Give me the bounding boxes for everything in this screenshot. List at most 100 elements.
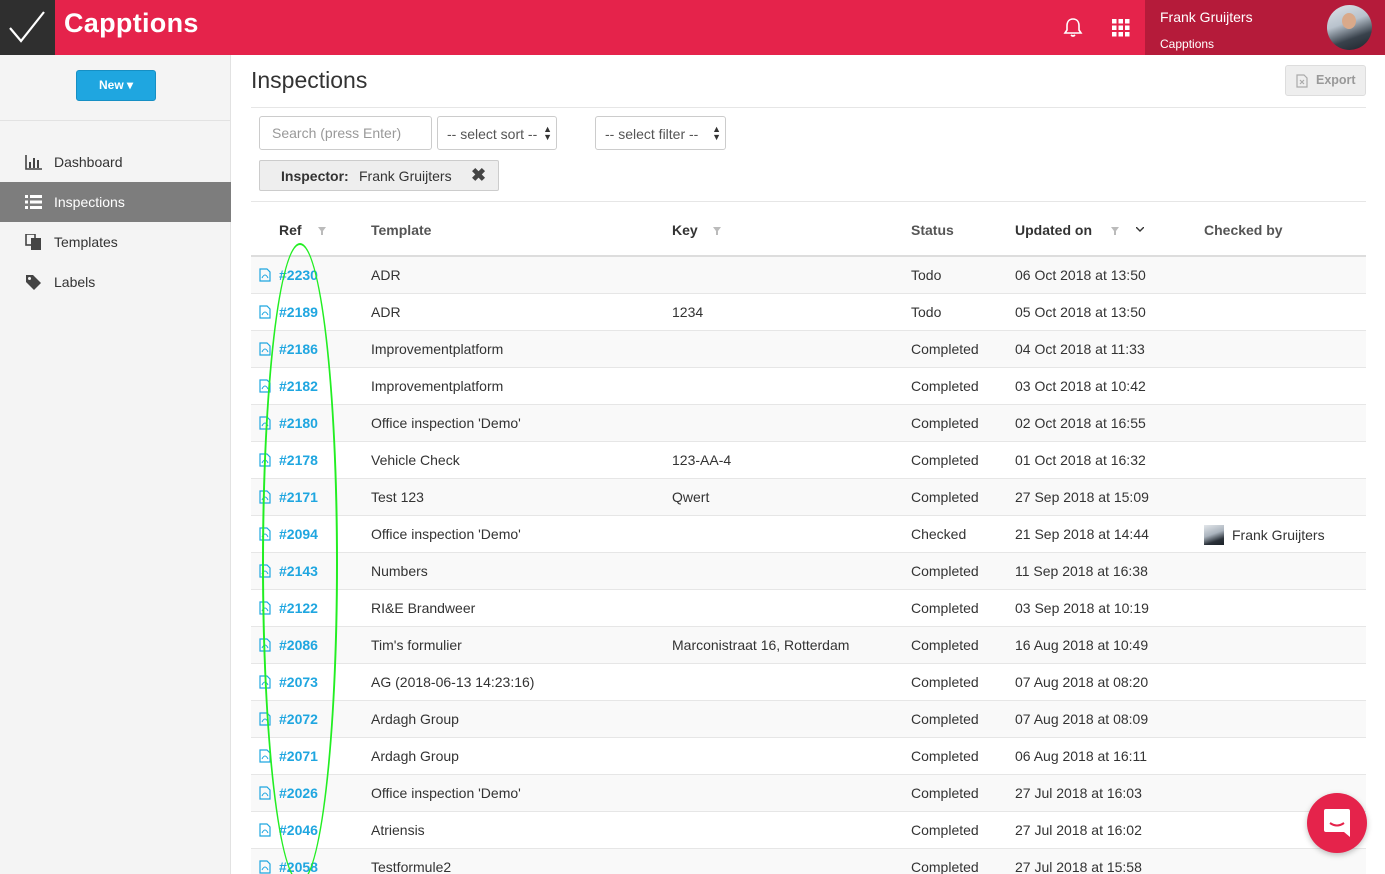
template-cell: Tim's formulier <box>371 637 462 653</box>
notifications-bell-icon[interactable] <box>1062 16 1084 43</box>
status-cell: Completed <box>911 822 979 838</box>
table-row[interactable]: #2230 ADR Todo 06 Oct 2018 at 13:50 <box>251 257 1366 294</box>
table-row[interactable]: #2180 Office inspection 'Demo' Completed 02… <box>251 405 1366 442</box>
pdf-file-icon[interactable] <box>259 675 271 689</box>
pdf-file-icon[interactable] <box>259 638 271 652</box>
sidebar-item-templates[interactable]: Templates <box>0 222 231 262</box>
updated-on-cell: 04 Oct 2018 at 11:33 <box>1015 341 1145 357</box>
brand-logo[interactable]: Capptions <box>64 8 199 39</box>
pdf-file-icon[interactable] <box>259 527 271 541</box>
sort-select[interactable]: -- select sort -- ▲ ▼ <box>437 116 557 150</box>
pdf-file-icon[interactable] <box>259 564 271 578</box>
user-organization: Capptions <box>1160 37 1215 51</box>
ref-link[interactable]: #2073 <box>279 674 318 690</box>
sidebar-item-labels[interactable]: Labels <box>0 262 231 302</box>
pdf-file-icon[interactable] <box>259 860 271 874</box>
table-row[interactable]: #2072 Ardagh Group Completed 07 Aug 2018 at… <box>251 701 1366 738</box>
search-input[interactable] <box>259 116 432 150</box>
key-cell: Qwert <box>672 489 710 505</box>
pdf-file-icon[interactable] <box>259 712 271 726</box>
pdf-file-icon[interactable] <box>259 453 271 467</box>
ref-link[interactable]: #2171 <box>279 489 318 505</box>
table-header: Ref Template Key Status Updated on Check… <box>251 212 1366 257</box>
table-row[interactable]: #2094 Office inspection 'Demo' Checked 21 S… <box>251 516 1366 553</box>
chat-button[interactable] <box>1307 793 1367 853</box>
status-cell: Completed <box>911 785 979 801</box>
ref-link[interactable]: #2058 <box>279 859 318 874</box>
export-button[interactable]: Export <box>1285 65 1366 96</box>
pdf-file-icon[interactable] <box>259 749 271 763</box>
ref-link[interactable]: #2094 <box>279 526 318 542</box>
pdf-file-icon[interactable] <box>259 268 271 282</box>
ref-link[interactable]: #2189 <box>279 304 318 320</box>
remove-filter-icon[interactable]: ✖ <box>471 165 486 186</box>
filter-funnel-icon[interactable] <box>713 227 721 235</box>
table-row[interactable]: #2186 Improvementplatform Completed 04 Oct … <box>251 331 1366 368</box>
table-row[interactable]: #2026 Office inspection 'Demo' Completed 27… <box>251 775 1366 812</box>
table-row[interactable]: #2171 Test 123 Qwert Completed 27 Sep 2018 a… <box>251 479 1366 516</box>
column-header-ref[interactable]: Ref <box>279 222 302 238</box>
status-cell: Completed <box>911 341 979 357</box>
ref-link[interactable]: #2046 <box>279 822 318 838</box>
ref-link[interactable]: #2230 <box>279 267 318 283</box>
ref-link[interactable]: #2071 <box>279 748 318 764</box>
filter-funnel-icon[interactable] <box>318 227 326 235</box>
pdf-file-icon[interactable] <box>259 490 271 504</box>
pdf-file-icon[interactable] <box>259 416 271 430</box>
pdf-file-icon[interactable] <box>259 305 271 319</box>
sidebar: New ▾ Dashboard Inspections Templates La… <box>0 55 231 874</box>
template-cell: Improvementplatform <box>371 341 504 357</box>
avatar[interactable] <box>1327 5 1372 50</box>
filter-funnel-icon[interactable] <box>1111 227 1119 235</box>
table-row[interactable]: #2046 Atriensis Completed 27 Jul 2018 at 16… <box>251 812 1366 849</box>
ref-link[interactable]: #2122 <box>279 600 318 616</box>
apps-grid-icon[interactable] <box>1112 19 1130 42</box>
updated-on-cell: 16 Aug 2018 at 10:49 <box>1015 637 1149 653</box>
pdf-file-icon[interactable] <box>259 342 271 356</box>
column-header-checked-by: Checked by <box>1204 222 1283 238</box>
ref-link[interactable]: #2143 <box>279 563 318 579</box>
ref-link[interactable]: #2180 <box>279 415 318 431</box>
sidebar-item-dashboard[interactable]: Dashboard <box>0 142 231 182</box>
sort-chevron-down-icon[interactable] <box>1136 227 1144 233</box>
page-title: Inspections <box>251 67 368 93</box>
new-button[interactable]: New ▾ <box>76 70 156 101</box>
status-cell: Todo <box>911 304 942 320</box>
logo-checkmark[interactable] <box>0 0 55 55</box>
ref-link[interactable]: #2186 <box>279 341 318 357</box>
ref-link[interactable]: #2026 <box>279 785 318 801</box>
pdf-file-icon[interactable] <box>259 601 271 615</box>
template-cell: Office inspection 'Demo' <box>371 415 521 431</box>
sidebar-item-label: Labels <box>54 274 96 290</box>
column-header-key[interactable]: Key <box>672 222 698 238</box>
pdf-file-icon[interactable] <box>259 823 271 837</box>
updated-on-cell: 21 Sep 2018 at 14:44 <box>1015 526 1149 542</box>
sidebar-item-label: Templates <box>54 234 118 250</box>
ref-link[interactable]: #2178 <box>279 452 318 468</box>
sidebar-item-inspections[interactable]: Inspections <box>0 182 231 222</box>
ref-link[interactable]: #2086 <box>279 637 318 653</box>
user-menu[interactable]: Frank Gruijters Capptions <box>1145 0 1385 55</box>
column-header-updated-on[interactable]: Updated on <box>1015 222 1092 238</box>
table-row[interactable]: #2071 Ardagh Group Completed 06 Aug 2018 at… <box>251 738 1366 775</box>
table-row[interactable]: #2058 Testformule2 Completed 27 Jul 2018 at… <box>251 849 1366 874</box>
status-cell: Todo <box>911 267 942 283</box>
table-row[interactable]: #2189 ADR 1234 Todo 05 Oct 2018 at 13:50 <box>251 294 1366 331</box>
table-row[interactable]: #2182 Improvementplatform Completed 03 Oct … <box>251 368 1366 405</box>
ref-link[interactable]: #2182 <box>279 378 318 394</box>
updated-on-cell: 27 Jul 2018 at 16:03 <box>1015 785 1142 801</box>
updated-on-cell: 01 Oct 2018 at 16:32 <box>1015 452 1146 468</box>
updated-on-cell: 07 Aug 2018 at 08:20 <box>1015 674 1149 690</box>
status-cell: Completed <box>911 415 979 431</box>
pdf-file-icon[interactable] <box>259 379 271 393</box>
table-row[interactable]: #2178 Vehicle Check 123-AA-4 Completed 01 Oc… <box>251 442 1366 479</box>
pdf-file-icon[interactable] <box>259 786 271 800</box>
divider <box>251 107 1366 108</box>
table-row[interactable]: #2073 AG (2018-06-13 14:23:16) Completed 07… <box>251 664 1366 701</box>
filter-select[interactable]: -- select filter -- ▲ ▼ <box>595 116 726 150</box>
table-row[interactable]: #2122 RI&E Brandweer Completed 03 Sep 2018 … <box>251 590 1366 627</box>
column-header-template: Template <box>371 222 432 238</box>
table-row[interactable]: #2143 Numbers Completed 11 Sep 2018 at 16:3… <box>251 553 1366 590</box>
ref-link[interactable]: #2072 <box>279 711 318 727</box>
table-row[interactable]: #2086 Tim's formulier Marconistraat 16, Ro… <box>251 627 1366 664</box>
